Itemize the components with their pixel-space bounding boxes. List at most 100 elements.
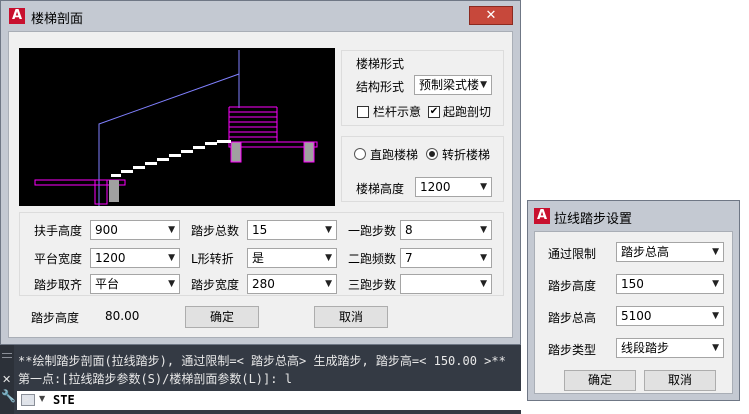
total-height-value: 5100 [621, 309, 652, 323]
steps-total-value: 15 [252, 223, 268, 237]
chevron-down-icon[interactable]: ▼ [39, 394, 45, 403]
steps-total-label: 踏步总数 [191, 224, 240, 238]
ok-button[interactable]: 确定 [185, 306, 259, 328]
platform-value: 1200 [95, 251, 126, 265]
chevron-down-icon: ▼ [168, 279, 175, 289]
run2-label: 二跑频数 [348, 252, 397, 266]
chevron-down-icon: ▼ [480, 253, 487, 263]
run2-combo[interactable]: 7 ▼ [400, 248, 492, 268]
run2-value: 7 [405, 251, 413, 265]
l-turn-select[interactable]: 是 ▼ [247, 248, 337, 268]
command-input[interactable]: >_ ▼ STE [17, 391, 521, 410]
step-cancel-button[interactable]: 取消 [644, 370, 716, 391]
chevron-down-icon: ▼ [480, 80, 487, 90]
dialog-titlebar[interactable]: A 楼梯剖面 ✕ [1, 1, 520, 31]
run1-label: 一跑步数 [348, 224, 397, 238]
stair-height-combo[interactable]: 1200 ▼ [415, 177, 492, 197]
close-icon[interactable]: ✕ [2, 373, 11, 386]
limit-value: 踏步总高 [621, 245, 670, 259]
step-dialog-titlebar[interactable]: A 拉线踏步设置 [528, 201, 739, 231]
limit-label: 通过限制 [548, 247, 597, 261]
run3-combo[interactable]: ▼ [400, 274, 492, 294]
step-height-label-2: 踏步高度 [548, 279, 597, 293]
structure-select[interactable]: 预制梁式楼 ▼ [414, 75, 492, 95]
step-type-value: 线段踏步 [621, 341, 670, 355]
l-turn-label: L形转折 [191, 252, 234, 266]
structure-label: 结构形式 [356, 80, 405, 94]
step-width-label: 踏步宽度 [191, 278, 240, 292]
step-type-select[interactable]: 线段踏步 ▼ [616, 338, 724, 358]
stair-form-title: 楼梯形式 [356, 57, 405, 71]
dialog-title: 楼梯剖面 [31, 12, 84, 27]
step-height-label: 踏步高度 [31, 311, 80, 325]
command-input-value: STE [53, 393, 75, 407]
align-value: 平台 [95, 277, 120, 291]
dialog-client-area: 楼梯形式 结构形式 预制梁式楼 ▼ 栏杆示意 ✔ 起跑剖切 直跑楼梯 转折楼梯 … [8, 31, 513, 338]
command-line-panel: ✕ 🔧 **绘制踏步剖面(拉线踏步), 通过限制=< 踏步总高> 生成踏步, 踏… [0, 345, 521, 414]
l-turn-value: 是 [252, 251, 265, 265]
stair-height-label: 楼梯高度 [356, 182, 405, 196]
step-height-value-2: 150 [621, 277, 644, 291]
command-history-line-2: 第一点:[拉线踏步参数(S)/楼梯剖面参数(L)]: l [18, 372, 292, 386]
command-history-line-1: **绘制踏步剖面(拉线踏步), 通过限制=< 踏步总高> 生成踏步, 踏步高=<… [18, 354, 506, 368]
handrail-label: 扶手高度 [34, 224, 83, 238]
stair-type-group: 直跑楼梯 转折楼梯 楼梯高度 1200 ▼ [341, 136, 504, 202]
step-height-value: 80.00 [105, 309, 140, 323]
check-icon: ✔ [429, 106, 439, 117]
steps-total-combo[interactable]: 15 ▼ [247, 220, 337, 240]
stair-preview-drawing [34, 50, 318, 206]
chevron-down-icon: ▼ [480, 279, 487, 289]
railing-label: 栏杆示意 [373, 105, 422, 119]
run1-value: 8 [405, 223, 413, 237]
chevron-down-icon: ▼ [480, 182, 487, 192]
platform-label: 平台宽度 [34, 252, 83, 266]
chevron-down-icon: ▼ [325, 279, 332, 289]
preview-lower-beam [94, 179, 108, 205]
chevron-down-icon: ▼ [712, 279, 719, 289]
chevron-down-icon: ▼ [325, 253, 332, 263]
start-cut-label: 起跑剖切 [443, 105, 492, 119]
limit-select[interactable]: 踏步总高 ▼ [616, 242, 724, 262]
step-settings-dialog: A 拉线踏步设置 通过限制 踏步总高 ▼ 踏步高度 150 ▼ 踏步总高 510… [527, 200, 740, 401]
align-label: 踏步取齐 [34, 278, 83, 292]
preview-support-left [109, 180, 119, 202]
autocad-logo-icon: A [9, 8, 25, 24]
autocad-logo-icon: A [534, 208, 550, 224]
step-type-label: 踏步类型 [548, 343, 597, 357]
chevron-down-icon: ▼ [712, 247, 719, 257]
preview-platform-hatch [228, 106, 278, 143]
stair-form-group: 楼梯形式 结构形式 预制梁式楼 ▼ 栏杆示意 ✔ 起跑剖切 [341, 50, 504, 126]
chevron-down-icon: ▼ [168, 253, 175, 263]
platform-combo[interactable]: 1200 ▼ [90, 248, 180, 268]
cancel-button[interactable]: 取消 [314, 306, 388, 328]
railing-checkbox[interactable] [357, 106, 369, 118]
start-cut-checkbox[interactable]: ✔ [428, 106, 440, 118]
chevron-down-icon: ▼ [325, 225, 332, 235]
chevron-down-icon: ▼ [712, 343, 719, 353]
handrail-value: 900 [95, 223, 118, 237]
preview-steps [111, 140, 231, 177]
terminal-prompt-icon[interactable]: >_ [21, 394, 35, 406]
preview-support-right [230, 141, 242, 163]
step-width-value: 280 [252, 277, 275, 291]
close-button[interactable]: ✕ [469, 6, 513, 25]
total-height-label: 踏步总高 [548, 311, 597, 325]
step-ok-button[interactable]: 确定 [564, 370, 636, 391]
turn-radio[interactable] [426, 148, 438, 160]
straight-label: 直跑楼梯 [370, 148, 419, 162]
command-line-handle[interactable]: ✕ 🔧 [0, 345, 16, 414]
stair-params-group: 扶手高度 900 ▼ 平台宽度 1200 ▼ 踏步取齐 平台 ▼ 踏步总数 15… [19, 212, 504, 296]
step-width-combo[interactable]: 280 ▼ [247, 274, 337, 294]
step-height-combo[interactable]: 150 ▼ [616, 274, 724, 294]
structure-value: 预制梁式楼 [419, 78, 480, 92]
wrench-icon[interactable]: 🔧 [1, 389, 16, 403]
straight-radio[interactable] [354, 148, 366, 160]
handrail-combo[interactable]: 900 ▼ [90, 220, 180, 240]
preview-support-far [303, 141, 315, 163]
total-height-combo[interactable]: 5100 ▼ [616, 306, 724, 326]
align-select[interactable]: 平台 ▼ [90, 274, 180, 294]
run1-combo[interactable]: 8 ▼ [400, 220, 492, 240]
step-dialog-client-area: 通过限制 踏步总高 ▼ 踏步高度 150 ▼ 踏步总高 5100 ▼ 踏步类型 … [534, 231, 733, 394]
stair-height-value: 1200 [420, 180, 451, 194]
chevron-down-icon: ▼ [168, 225, 175, 235]
